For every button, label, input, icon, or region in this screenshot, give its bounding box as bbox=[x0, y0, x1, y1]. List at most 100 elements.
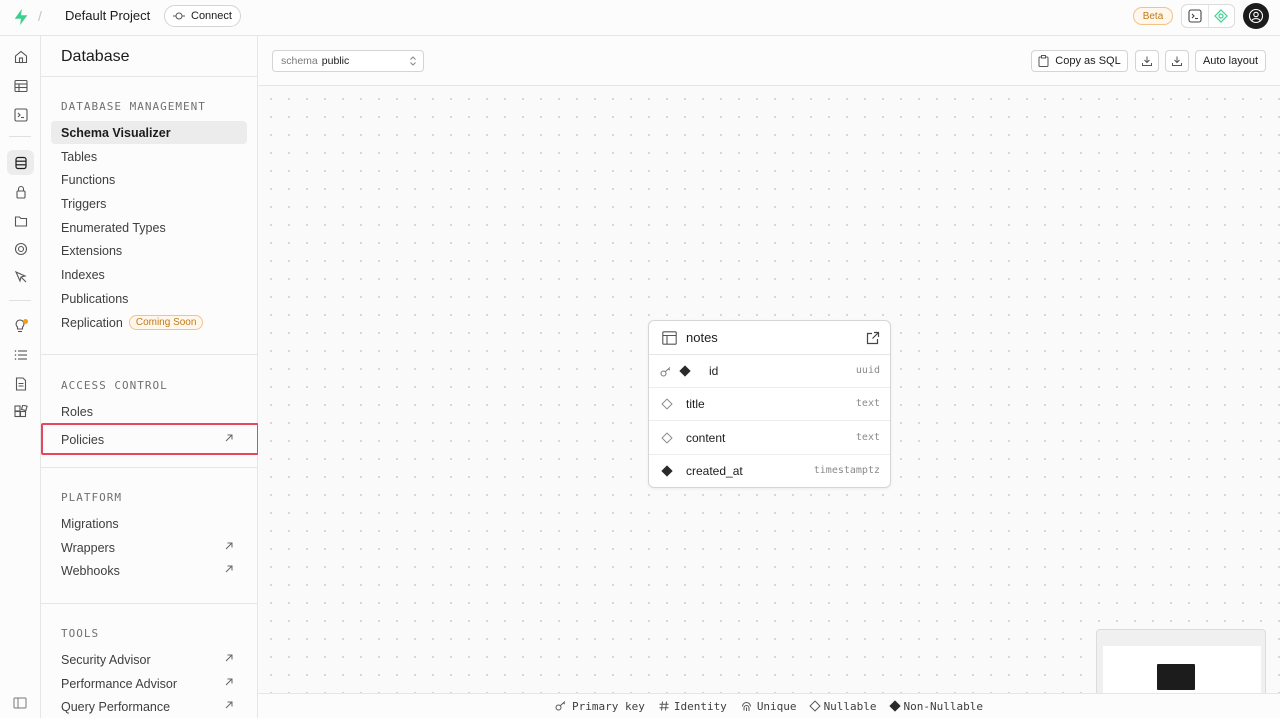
sidebar-item-label: Webhooks bbox=[61, 563, 120, 578]
sql-editor-icon[interactable] bbox=[7, 102, 34, 127]
ai-assistant-icon bbox=[1214, 9, 1229, 23]
connect-button[interactable]: Connect bbox=[164, 5, 241, 27]
realtime-icon[interactable] bbox=[7, 264, 34, 289]
sidebar-item-label: Wrappers bbox=[61, 540, 115, 555]
supabase-logo-icon[interactable] bbox=[12, 8, 30, 26]
external-link-icon bbox=[225, 434, 233, 442]
legend-bar: Primary key Identity Unique Nullable Non… bbox=[258, 693, 1280, 718]
fingerprint-icon bbox=[741, 701, 751, 711]
column-row-content[interactable]: content text bbox=[649, 422, 890, 455]
database-sidebar: Database DATABASE MANAGEMENT Schema Visu… bbox=[41, 36, 258, 718]
beta-badge: Beta bbox=[1133, 7, 1173, 25]
schema-selector[interactable]: schema public bbox=[272, 50, 424, 72]
sidebar-item-wrappers[interactable]: Wrappers bbox=[51, 536, 247, 559]
edge-functions-icon[interactable] bbox=[7, 236, 34, 261]
column-type: text bbox=[855, 398, 880, 409]
sidebar-item-publications[interactable]: Publications bbox=[51, 287, 247, 310]
legend-label: Primary key bbox=[571, 699, 645, 713]
copy-as-sql-label: Copy as SQL bbox=[1055, 55, 1121, 67]
primary-key-icon bbox=[660, 367, 671, 377]
sidebar-item-label: Roles bbox=[61, 404, 93, 419]
integrations-icon[interactable] bbox=[7, 399, 34, 424]
table-editor-icon[interactable] bbox=[7, 73, 34, 98]
icon-rail bbox=[0, 36, 41, 718]
auto-layout-button[interactable]: Auto layout bbox=[1195, 50, 1266, 72]
user-avatar[interactable] bbox=[1243, 3, 1269, 29]
sidebar-item-migrations[interactable]: Migrations bbox=[51, 512, 247, 535]
sidebar-item-label: Enumerated Types bbox=[61, 220, 166, 235]
open-table-icon[interactable] bbox=[866, 331, 880, 345]
external-link-icon bbox=[225, 542, 233, 550]
section-heading-access-control: ACCESS CONTROL bbox=[61, 379, 168, 392]
download-svg-button[interactable] bbox=[1165, 50, 1189, 72]
home-icon[interactable] bbox=[7, 44, 34, 69]
sidebar-item-enumerated-types[interactable]: Enumerated Types bbox=[51, 216, 247, 239]
minimap-table-node bbox=[1157, 664, 1195, 690]
column-name: id bbox=[709, 364, 719, 378]
coming-soon-badge: Coming Soon bbox=[128, 315, 204, 330]
sidebar-item-functions[interactable]: Functions bbox=[51, 168, 247, 191]
table-icon bbox=[662, 331, 677, 345]
external-link-icon bbox=[225, 678, 233, 686]
external-link-icon bbox=[225, 565, 233, 573]
sidebar-item-triggers[interactable]: Triggers bbox=[51, 192, 247, 215]
sql-terminal-button[interactable] bbox=[1182, 5, 1208, 27]
clipboard-icon bbox=[1038, 55, 1049, 67]
rail-divider bbox=[9, 300, 31, 301]
user-icon bbox=[1248, 8, 1264, 24]
divider bbox=[41, 603, 257, 604]
download-icon bbox=[1142, 56, 1152, 66]
table-node-header: notes bbox=[649, 321, 890, 355]
column-row-created-at[interactable]: created_at timestamptz bbox=[649, 455, 890, 487]
sidebar-item-schema-visualizer[interactable]: Schema Visualizer bbox=[51, 121, 247, 144]
sidebar-item-replication[interactable]: Replication Coming Soon bbox=[51, 311, 247, 334]
terminal-icon bbox=[1188, 9, 1202, 23]
legend-unique: Unique bbox=[741, 700, 797, 713]
sidebar-item-extensions[interactable]: Extensions bbox=[51, 239, 247, 262]
divider bbox=[41, 467, 257, 468]
sidebar-item-policies[interactable]: Policies bbox=[51, 428, 247, 451]
authentication-icon[interactable] bbox=[7, 179, 34, 204]
column-name: created_at bbox=[686, 464, 743, 478]
sidebar-item-webhooks[interactable]: Webhooks bbox=[51, 559, 247, 582]
hash-icon bbox=[659, 701, 669, 711]
schema-value: public bbox=[321, 55, 350, 67]
column-type: timestamptz bbox=[813, 465, 880, 476]
sidebar-item-tables[interactable]: Tables bbox=[51, 145, 247, 168]
sidebar-item-security-advisor[interactable]: Security Advisor bbox=[51, 648, 247, 671]
column-name: content bbox=[686, 431, 726, 445]
sidebar-item-query-performance[interactable]: Query Performance bbox=[51, 695, 247, 718]
sidebar-item-label: Extensions bbox=[61, 243, 123, 258]
collapse-sidebar-icon[interactable] bbox=[13, 697, 27, 709]
database-icon[interactable] bbox=[7, 150, 34, 175]
download-png-button[interactable] bbox=[1135, 50, 1159, 72]
sidebar-item-label: Policies bbox=[61, 432, 105, 447]
storage-icon[interactable] bbox=[7, 208, 34, 233]
sidebar-item-label: Security Advisor bbox=[61, 652, 151, 667]
sidebar-item-label: Publications bbox=[61, 291, 129, 306]
project-name[interactable]: Default Project bbox=[65, 8, 150, 23]
sidebar-item-label: Triggers bbox=[61, 196, 107, 211]
api-docs-icon[interactable] bbox=[7, 371, 34, 396]
table-node-notes[interactable]: notes id uuid title text content text cr… bbox=[648, 320, 891, 488]
legend-label: Identity bbox=[673, 699, 727, 713]
minimap[interactable] bbox=[1096, 629, 1266, 694]
divider bbox=[41, 354, 257, 355]
advisors-icon[interactable] bbox=[7, 313, 34, 338]
sidebar-item-indexes[interactable]: Indexes bbox=[51, 263, 247, 286]
copy-as-sql-button[interactable]: Copy as SQL bbox=[1031, 50, 1128, 72]
schema-prefix: schema bbox=[281, 55, 318, 67]
auto-layout-label: Auto layout bbox=[1202, 55, 1259, 67]
nullable-icon bbox=[661, 432, 673, 444]
legend-identity: Identity bbox=[659, 700, 727, 713]
column-row-id[interactable]: id uuid bbox=[649, 355, 890, 388]
column-row-title[interactable]: title text bbox=[649, 388, 890, 421]
plug-icon bbox=[173, 12, 185, 20]
schema-canvas[interactable]: notes id uuid title text content text cr… bbox=[258, 86, 1280, 694]
ai-assistant-button[interactable] bbox=[1207, 5, 1234, 27]
sidebar-item-performance-advisor[interactable]: Performance Advisor bbox=[51, 672, 247, 695]
logs-icon[interactable] bbox=[7, 342, 34, 367]
download-icon bbox=[1172, 56, 1182, 66]
sidebar-item-roles[interactable]: Roles bbox=[51, 400, 247, 423]
divider bbox=[41, 76, 257, 77]
